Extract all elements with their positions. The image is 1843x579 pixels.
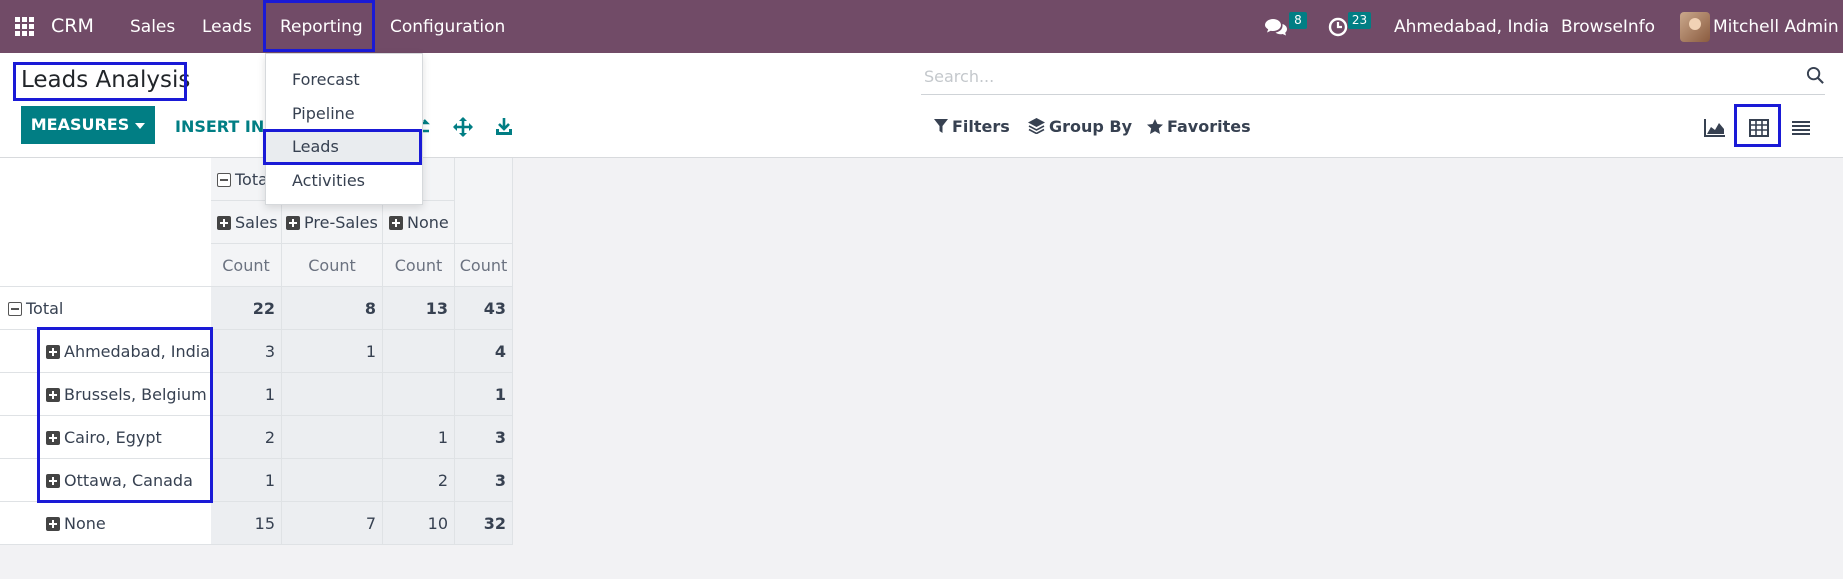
menu-item-activities[interactable]: Activities [266, 165, 422, 197]
row-header-label: Cairo, Egypt [64, 428, 162, 447]
row-header-none[interactable]: None [0, 502, 212, 545]
pivot-cell[interactable] [383, 373, 455, 416]
pivot-cell-total[interactable]: 32 [455, 502, 513, 545]
pivot-cell-total[interactable]: 4 [455, 330, 513, 373]
expand-icon [46, 345, 60, 359]
filter-icon [934, 119, 948, 133]
row-header-cairo[interactable]: Cairo, Egypt [0, 416, 212, 459]
pivot-cell[interactable]: 15 [211, 502, 282, 545]
expand-icon [389, 216, 403, 230]
pivot-cell[interactable]: 1 [383, 416, 455, 459]
row-header-ottawa[interactable]: Ottawa, Canada [0, 459, 212, 502]
user-avatar[interactable] [1680, 12, 1710, 42]
pivot-cell[interactable]: 7 [282, 502, 383, 545]
star-icon [1147, 119, 1163, 134]
pivot-cell[interactable] [282, 373, 383, 416]
caret-down-icon [135, 122, 146, 129]
col-header-sales[interactable]: Sales [211, 201, 282, 244]
favorites-toggle[interactable]: Favorites [1147, 117, 1251, 136]
filters-toggle[interactable]: Filters [934, 117, 1010, 136]
row-header-label: Ahmedabad, India [64, 342, 211, 361]
pivot-cell-total[interactable]: 3 [455, 416, 513, 459]
row-header-label: Ottawa, Canada [64, 471, 193, 490]
expand-all-icon[interactable] [453, 117, 473, 137]
row-header-label: Total [26, 299, 64, 318]
page-title: Leads Analysis [21, 67, 191, 93]
app-name[interactable]: CRM [51, 15, 94, 37]
pivot-corner [0, 158, 212, 287]
layers-icon [1028, 118, 1045, 135]
col-header-pre-sales[interactable]: Pre-Sales [282, 201, 383, 244]
activities-badge: 23 [1348, 12, 1371, 29]
filters-label: Filters [952, 117, 1010, 136]
pivot-cell[interactable]: 1 [211, 373, 282, 416]
menu-reporting[interactable]: Reporting [280, 16, 363, 38]
messages-icon[interactable] [1265, 17, 1287, 37]
menu-configuration[interactable]: Configuration [390, 16, 505, 38]
list-view-icon[interactable] [1790, 118, 1812, 138]
pivot-cell[interactable]: 13 [383, 287, 455, 330]
menu-item-pipeline[interactable]: Pipeline [266, 98, 422, 130]
measure-header[interactable]: Count [383, 244, 455, 287]
download-icon[interactable] [494, 117, 514, 137]
menu-sales[interactable]: Sales [130, 16, 175, 38]
user-menu[interactable]: Mitchell Admin [1713, 16, 1839, 38]
row-header-ahmedabad[interactable]: Ahmedabad, India [0, 330, 212, 373]
measure-header[interactable]: Count [455, 244, 513, 287]
collapse-icon [217, 173, 231, 187]
expand-icon [46, 431, 60, 445]
pivot-cell-total[interactable]: 43 [455, 287, 513, 330]
measures-label: MEASURES [30, 115, 130, 134]
menu-item-forecast[interactable]: Forecast [266, 64, 422, 96]
apps-menu-icon[interactable] [15, 17, 34, 36]
pivot-cell[interactable] [282, 416, 383, 459]
measure-header[interactable]: Count [282, 244, 383, 287]
company-location[interactable]: Ahmedabad, India [1394, 16, 1549, 38]
pivot-cell[interactable]: 2 [211, 416, 282, 459]
reporting-dropdown: Forecast Pipeline Leads Activities [265, 53, 423, 205]
menu-item-leads[interactable]: Leads [266, 131, 422, 163]
activity-clock-icon[interactable] [1328, 17, 1348, 37]
row-header-label: Brussels, Belgium [64, 385, 207, 404]
pivot-cell[interactable] [282, 459, 383, 502]
measure-header[interactable]: Count [211, 244, 282, 287]
row-header-brussels[interactable]: Brussels, Belgium [0, 373, 212, 416]
row-header-total[interactable]: Total [0, 287, 212, 330]
col-header-label: Sales [235, 213, 278, 232]
pivot-cell[interactable]: 10 [383, 502, 455, 545]
group-by-toggle[interactable]: Group By [1028, 117, 1132, 136]
favorites-label: Favorites [1167, 117, 1251, 136]
collapse-icon [8, 302, 22, 316]
measures-button[interactable]: MEASURES [21, 106, 155, 144]
pivot-cell[interactable]: 1 [282, 330, 383, 373]
search-bar[interactable] [921, 63, 1825, 95]
col-header-none[interactable]: None [383, 201, 455, 244]
col-header-total-measure [455, 158, 513, 244]
pivot-cell[interactable]: 8 [282, 287, 383, 330]
pivot-view-icon[interactable] [1748, 118, 1770, 138]
expand-icon [46, 474, 60, 488]
messages-badge: 8 [1289, 12, 1307, 29]
pivot-cell-total[interactable]: 3 [455, 459, 513, 502]
expand-icon [46, 517, 60, 531]
search-icon[interactable] [1806, 66, 1825, 85]
expand-icon [217, 216, 231, 230]
expand-icon [46, 388, 60, 402]
pivot-cell[interactable]: 3 [211, 330, 282, 373]
pivot-cell[interactable] [383, 330, 455, 373]
col-header-label: None [407, 213, 449, 232]
search-input[interactable]: Search... [924, 67, 994, 86]
pivot-cell[interactable]: 2 [383, 459, 455, 502]
pivot-cell[interactable]: 22 [211, 287, 282, 330]
group-by-label: Group By [1049, 117, 1133, 136]
main-navbar: CRM Sales Leads Reporting Configuration … [0, 0, 1843, 53]
pivot-cell[interactable]: 1 [211, 459, 282, 502]
pivot-cell-total[interactable]: 1 [455, 373, 513, 416]
expand-icon [286, 216, 300, 230]
graph-view-icon[interactable] [1704, 118, 1726, 138]
company-switcher[interactable]: BrowseInfo [1561, 16, 1655, 38]
row-header-label: None [64, 514, 106, 533]
menu-leads[interactable]: Leads [202, 16, 252, 38]
col-header-label: Pre-Sales [304, 213, 378, 232]
